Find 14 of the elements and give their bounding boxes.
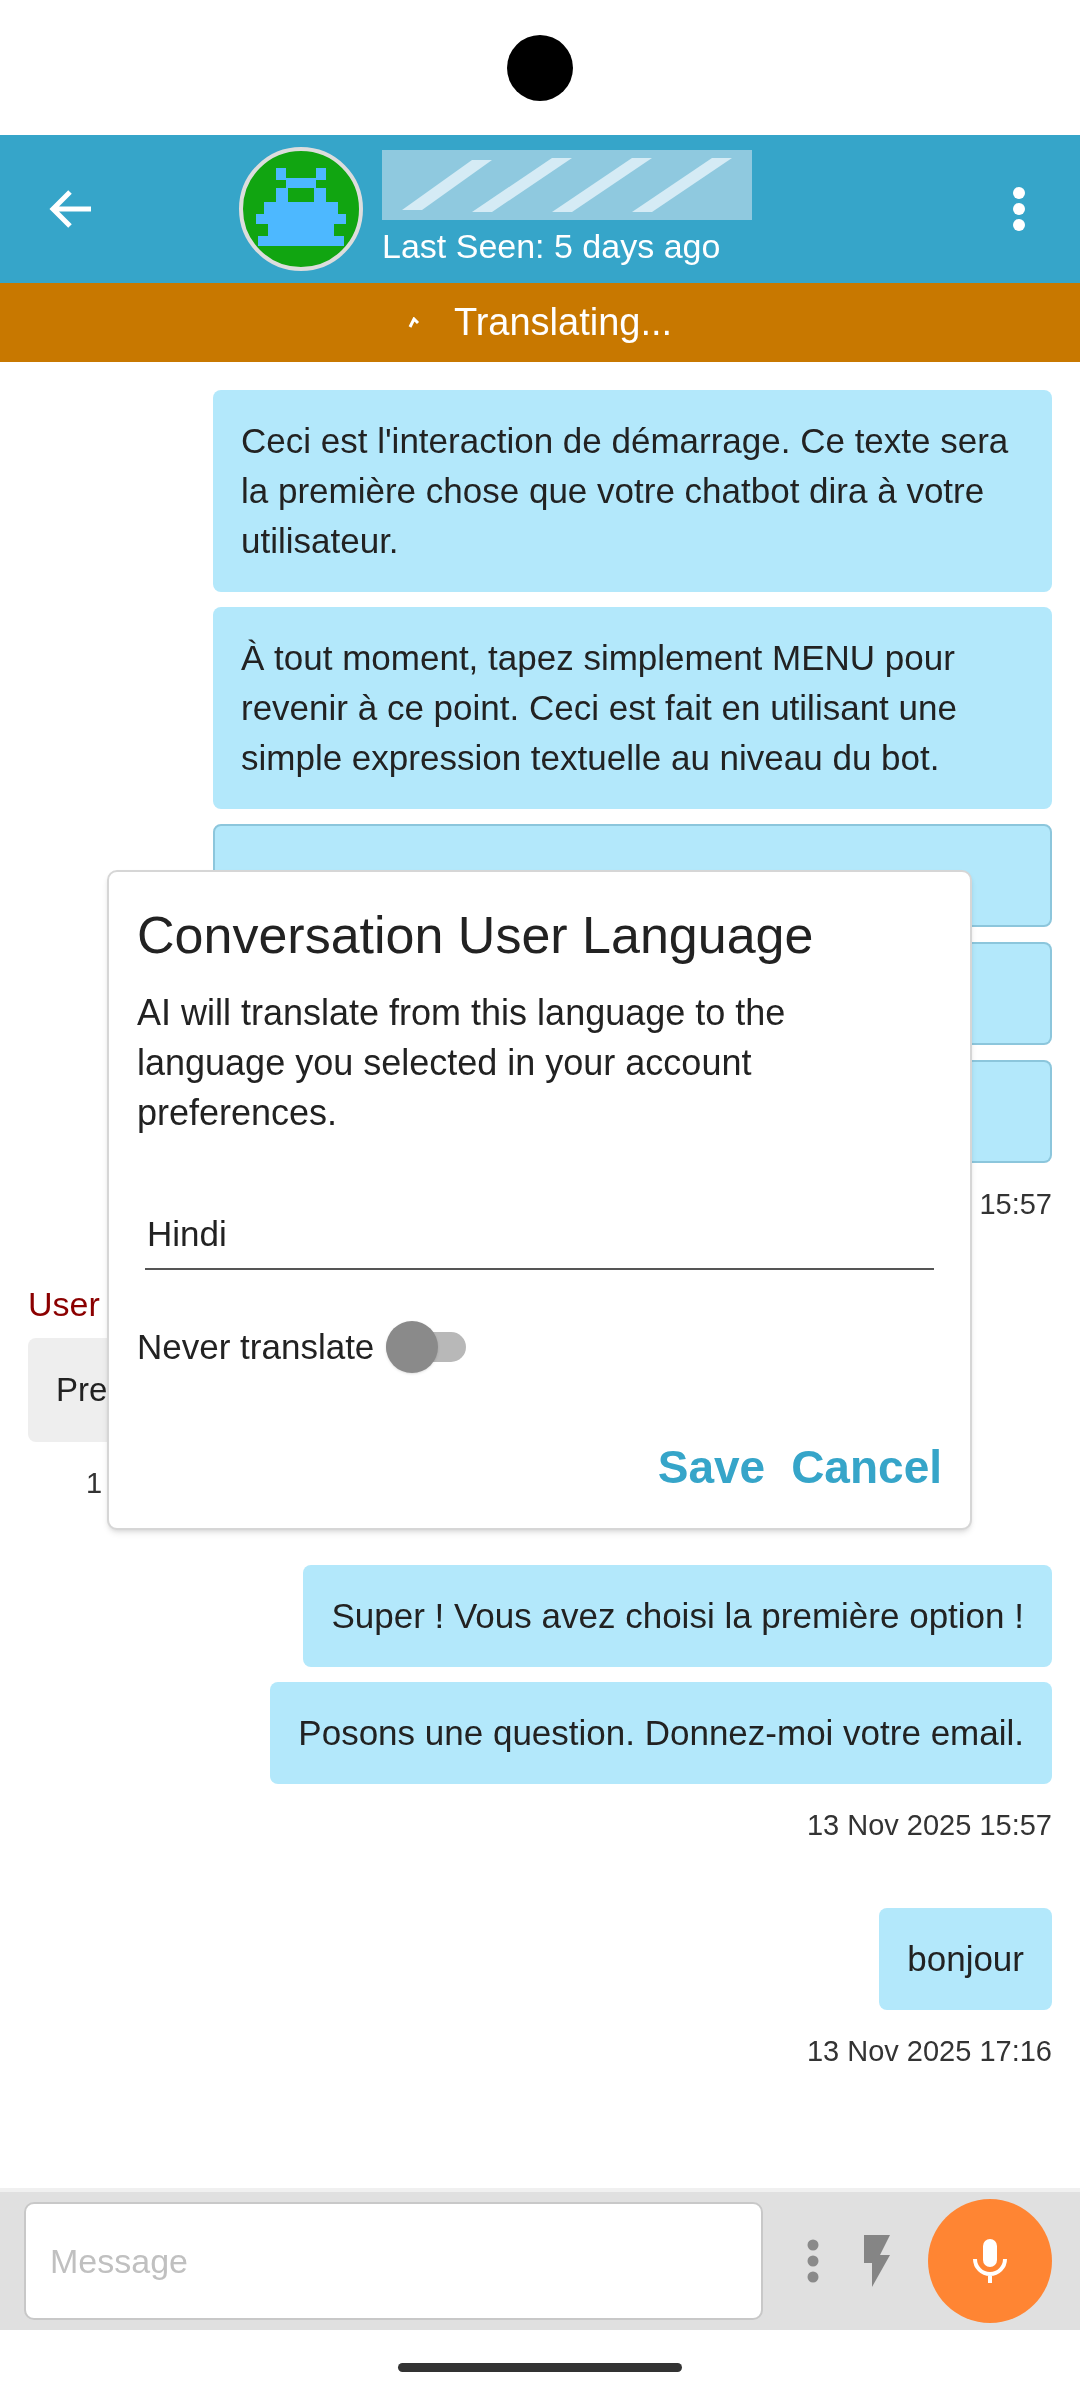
timestamp: 15:57 <box>979 1187 1052 1222</box>
timestamp: 1 <box>86 1466 103 1499</box>
sender-name: User <box>28 1284 100 1323</box>
dialog-title: Conversation User Language <box>137 905 815 966</box>
timestamp: 13 Nov 2025 17:16 <box>806 2033 1052 2069</box>
message-bubble: Super ! Vous avez choisi la première option ! <box>303 1565 1052 1667</box>
last-seen-text: Last Seen: 5 days ago <box>382 226 722 267</box>
message-bubble: Posons une question. Donnez-moi votre email. <box>270 1682 1052 1784</box>
message-bubble: Ceci est l'interaction de démarrage. Ce texte sera la première chose que votre chatbot dira à votre utilisateur. <box>213 390 1052 592</box>
timestamp: 13 Nov 2025 15:57 <box>806 1808 1052 1843</box>
banner-text: Translating... <box>453 300 673 345</box>
message-bubble: bonjour <box>879 1907 1052 2010</box>
dialog-description: AI will translate from this language to the language you selected in your account preferences. <box>137 991 787 1135</box>
message-bubble: À tout moment, tapez simplement MENU pour revenir à ce point. Ceci est fait en utilisant une simple expression textuelle au niveau du bot. <box>213 607 1052 809</box>
